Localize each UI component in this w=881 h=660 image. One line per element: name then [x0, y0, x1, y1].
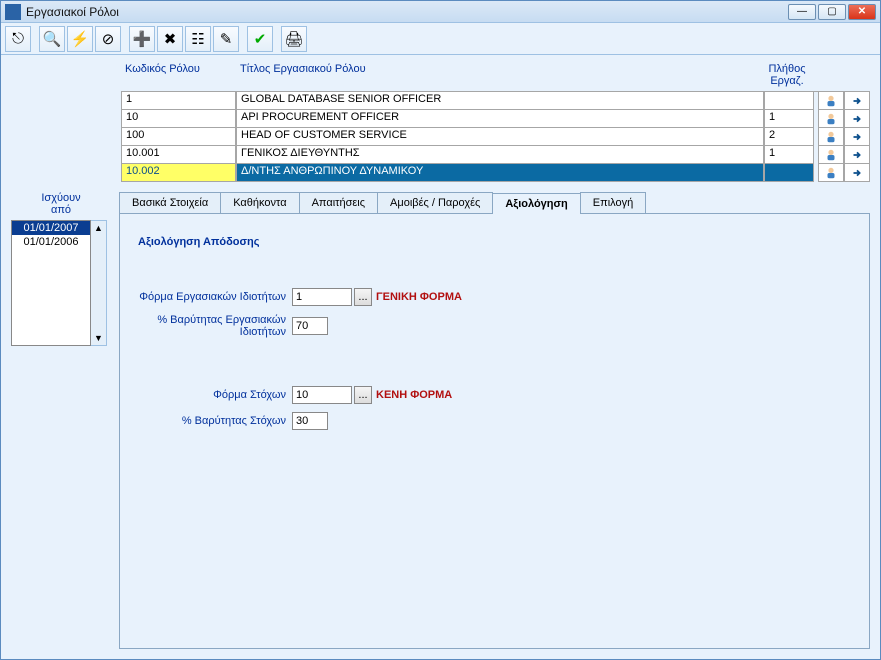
- form-goals-label: Φόρμα Στόχων: [138, 389, 292, 401]
- dates-label: Ισχύουν από: [11, 192, 111, 216]
- form-traits-name: ΓΕΝΙΚΗ ΦΟΡΜΑ: [376, 291, 462, 303]
- app-window: Εργασιακοί Ρόλοι — ▢ ✕ ⎋ 🔍 ⚡ ⊘ ➕ ✖ ☷ ✎ ✔…: [0, 0, 881, 660]
- table-row[interactable]: 10.002Δ/ΝΤΗΣ ΑΝΘΡΩΠΙΝΟΥ ΔΥΝΑΜΙΚΟΥ: [121, 164, 870, 182]
- form-goals-lookup-button[interactable]: ...: [354, 386, 372, 404]
- weight-goals-label: % Βαρύτητας Στόχων: [138, 415, 292, 427]
- mid-wrap: Ισχύουν από 01/01/200701/01/2006 ▲ ▼ Βασ…: [1, 188, 880, 659]
- toolbar: ⎋ 🔍 ⚡ ⊘ ➕ ✖ ☷ ✎ ✔ 🖨: [1, 23, 880, 55]
- row-assign-icon[interactable]: [844, 146, 870, 164]
- date-item[interactable]: 01/01/2006: [12, 235, 90, 249]
- table-row[interactable]: 1GLOBAL DATABASE SENIOR OFFICER: [121, 92, 870, 110]
- scroll-down-icon[interactable]: ▼: [94, 333, 103, 343]
- table-row[interactable]: 10.001ΓΕΝΙΚΟΣ ΔΙΕΥΘΥΝΤΗΣ1: [121, 146, 870, 164]
- cell-code: 10.002: [121, 164, 236, 182]
- dates-scrollbar[interactable]: ▲ ▼: [91, 220, 107, 346]
- cell-code: 100: [121, 128, 236, 146]
- weight-traits-input[interactable]: [292, 317, 328, 335]
- check-icon[interactable]: ✔: [247, 26, 273, 52]
- delete-icon[interactable]: ✖: [157, 26, 183, 52]
- weight-goals-input[interactable]: [292, 412, 328, 430]
- row-person-icon[interactable]: [818, 146, 844, 164]
- form-goals-name: ΚΕΝΗ ΦΟΡΜΑ: [376, 389, 452, 401]
- date-item[interactable]: 01/01/2007: [12, 221, 90, 235]
- form-traits-input[interactable]: [292, 288, 352, 306]
- search-icon[interactable]: 🔍: [39, 26, 65, 52]
- tree-icon[interactable]: ☷: [185, 26, 211, 52]
- exit-icon[interactable]: ⎋: [5, 26, 31, 52]
- row-person-icon[interactable]: [818, 164, 844, 182]
- col-header-code: Κωδικός Ρόλου: [121, 63, 236, 87]
- cell-count: 1: [764, 110, 814, 128]
- edit-icon[interactable]: ✎: [213, 26, 239, 52]
- dates-panel: Ισχύουν από 01/01/200701/01/2006 ▲ ▼: [11, 192, 111, 649]
- tab-επιλογ-[interactable]: Επιλογή: [580, 192, 646, 213]
- grid-header: Κωδικός Ρόλου Τίτλος Εργασιακού Ρόλου Πλ…: [121, 61, 870, 91]
- cell-code: 1: [121, 92, 236, 110]
- cell-count: [764, 92, 814, 110]
- tab-απαιτ-σεις[interactable]: Απαιτήσεις: [299, 192, 378, 213]
- dates-list[interactable]: 01/01/200701/01/2006: [11, 220, 91, 346]
- cell-count: 2: [764, 128, 814, 146]
- tab-αμοιβ-ς-παροχ-ς[interactable]: Αμοιβές / Παροχές: [377, 192, 493, 213]
- grid-rows: 1GLOBAL DATABASE SENIOR OFFICER10API PRO…: [121, 91, 870, 182]
- roles-grid-area: Κωδικός Ρόλου Τίτλος Εργασιακού Ρόλου Πλ…: [1, 55, 880, 188]
- row-person-icon[interactable]: [818, 128, 844, 146]
- row-person-icon[interactable]: [818, 92, 844, 110]
- cell-count: [764, 164, 814, 182]
- cell-title: Δ/ΝΤΗΣ ΑΝΘΡΩΠΙΝΟΥ ΔΥΝΑΜΙΚΟΥ: [236, 164, 764, 182]
- close-button[interactable]: ✕: [848, 4, 876, 20]
- row-assign-icon[interactable]: [844, 128, 870, 146]
- cell-title: API PROCUREMENT OFFICER: [236, 110, 764, 128]
- tab-pane-evaluation: Αξιολόγηση Απόδοσης Φόρμα Εργασιακών Ιδι…: [119, 213, 870, 649]
- add-icon[interactable]: ➕: [129, 26, 155, 52]
- tab-strip: Βασικά ΣτοιχείαΚαθήκονταΑπαιτήσειςΑμοιβέ…: [119, 192, 870, 213]
- tab-βασικ-στοιχε-α[interactable]: Βασικά Στοιχεία: [119, 192, 221, 213]
- form-goals-input[interactable]: [292, 386, 352, 404]
- tab-αξιολ-γηση[interactable]: Αξιολόγηση: [492, 193, 580, 214]
- titlebar: Εργασιακοί Ρόλοι — ▢ ✕: [1, 1, 880, 23]
- table-row[interactable]: 10API PROCUREMENT OFFICER1: [121, 110, 870, 128]
- window-title: Εργασιακοί Ρόλοι: [26, 5, 788, 19]
- row-assign-icon[interactable]: [844, 110, 870, 128]
- row-assign-icon[interactable]: [844, 92, 870, 110]
- cell-count: 1: [764, 146, 814, 164]
- cancel-icon[interactable]: ⊘: [95, 26, 121, 52]
- col-header-title: Τίτλος Εργασιακού Ρόλου: [236, 63, 762, 87]
- cell-title: ΓΕΝΙΚΟΣ ΔΙΕΥΘΥΝΤΗΣ: [236, 146, 764, 164]
- row-person-icon[interactable]: [818, 110, 844, 128]
- weight-traits-label: % Βαρύτητας Εργασιακών Ιδιοτήτων: [138, 314, 292, 338]
- tabs-area: Βασικά ΣτοιχείαΚαθήκονταΑπαιτήσειςΑμοιβέ…: [119, 192, 870, 649]
- cell-code: 10: [121, 110, 236, 128]
- cell-title: GLOBAL DATABASE SENIOR OFFICER: [236, 92, 764, 110]
- app-icon: [5, 4, 21, 20]
- maximize-button[interactable]: ▢: [818, 4, 846, 20]
- tab-καθ-κοντα[interactable]: Καθήκοντα: [220, 192, 299, 213]
- form-traits-label: Φόρμα Εργασιακών Ιδιοτήτων: [138, 291, 292, 303]
- col-header-count: Πλήθος Εργαζ.: [762, 63, 812, 87]
- scroll-up-icon[interactable]: ▲: [94, 223, 103, 233]
- cell-title: HEAD OF CUSTOMER SERVICE: [236, 128, 764, 146]
- print-icon[interactable]: 🖨: [281, 26, 307, 52]
- section-title: Αξιολόγηση Απόδοσης: [138, 236, 851, 248]
- row-assign-icon[interactable]: [844, 164, 870, 182]
- form-traits-lookup-button[interactable]: ...: [354, 288, 372, 306]
- bolt-icon[interactable]: ⚡: [67, 26, 93, 52]
- cell-code: 10.001: [121, 146, 236, 164]
- minimize-button[interactable]: —: [788, 4, 816, 20]
- table-row[interactable]: 100HEAD OF CUSTOMER SERVICE2: [121, 128, 870, 146]
- content: Κωδικός Ρόλου Τίτλος Εργασιακού Ρόλου Πλ…: [1, 55, 880, 659]
